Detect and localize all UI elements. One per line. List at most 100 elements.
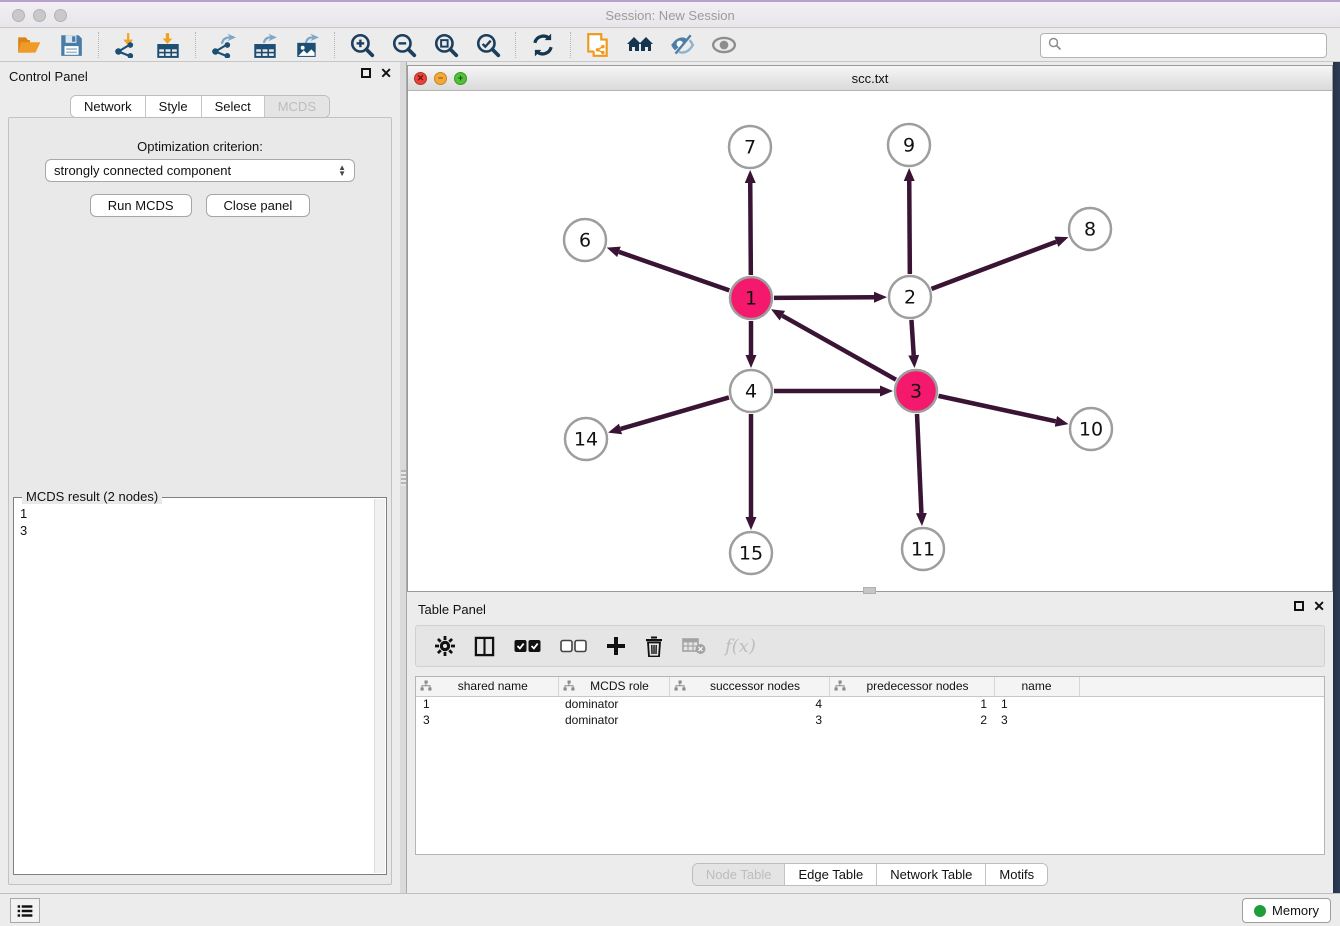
table-cell: 4 bbox=[669, 696, 829, 712]
edge-1-6[interactable] bbox=[619, 252, 729, 291]
node-label-11: 11 bbox=[911, 539, 935, 561]
delete-table-icon bbox=[682, 637, 706, 655]
memory-status-icon bbox=[1254, 905, 1266, 917]
close-panel-button[interactable]: Close panel bbox=[206, 194, 311, 217]
status-bar: Memory bbox=[0, 893, 1340, 926]
table-cell-filler bbox=[1079, 712, 1324, 728]
fit-content-icon[interactable] bbox=[432, 31, 460, 59]
column-header-name[interactable]: name bbox=[994, 677, 1079, 696]
close-panel-icon[interactable]: ✕ bbox=[380, 68, 392, 78]
task-history-button[interactable] bbox=[10, 898, 40, 923]
table-settings-gear-icon[interactable] bbox=[435, 636, 455, 656]
result-line: 1 bbox=[20, 505, 27, 522]
memory-button[interactable]: Memory bbox=[1242, 898, 1331, 923]
import-network-icon[interactable] bbox=[112, 31, 140, 59]
search-field[interactable] bbox=[1040, 33, 1327, 58]
edge-2-3[interactable] bbox=[911, 320, 913, 355]
node-label-9: 9 bbox=[903, 135, 915, 157]
float-table-panel-icon[interactable] bbox=[1294, 601, 1304, 611]
window-titlebar: Session: New Session bbox=[0, 0, 1340, 28]
tab-mcds[interactable]: MCDS bbox=[264, 96, 329, 117]
node-label-3: 3 bbox=[910, 381, 922, 403]
refresh-layout-icon[interactable] bbox=[529, 31, 557, 59]
node-table: shared name MCDS role successor nodes pr… bbox=[415, 676, 1325, 855]
node-label-2: 2 bbox=[904, 287, 916, 309]
run-mcds-button[interactable]: Run MCDS bbox=[90, 194, 192, 217]
mcds-result-list: 1 3 bbox=[20, 505, 27, 539]
delete-column-icon[interactable] bbox=[645, 636, 663, 657]
mcds-panel: Optimization criterion: strongly connect… bbox=[8, 117, 392, 885]
toolbar-separator bbox=[98, 32, 99, 58]
column-type-icon bbox=[674, 680, 686, 692]
node-label-8: 8 bbox=[1084, 219, 1096, 241]
import-table-icon[interactable] bbox=[154, 31, 182, 59]
edge-2-8[interactable] bbox=[932, 242, 1057, 289]
edge-4-14[interactable] bbox=[621, 397, 729, 429]
show-hidden-icon[interactable] bbox=[710, 31, 738, 59]
export-image-icon[interactable] bbox=[293, 31, 321, 59]
export-table-icon[interactable] bbox=[251, 31, 279, 59]
table-cell: dominator bbox=[558, 712, 669, 728]
node-label-10: 10 bbox=[1079, 419, 1103, 441]
table-cell: 2 bbox=[829, 712, 994, 728]
splitter-grip[interactable] bbox=[401, 470, 406, 486]
zoom-in-icon[interactable] bbox=[348, 31, 376, 59]
tab-style[interactable]: Style bbox=[145, 96, 201, 117]
table-cell: 3 bbox=[994, 712, 1079, 728]
edge-1-2[interactable] bbox=[774, 297, 874, 298]
table-cell: 3 bbox=[669, 712, 829, 728]
edge-3-10[interactable] bbox=[938, 396, 1055, 421]
tab-network-table[interactable]: Network Table bbox=[876, 864, 985, 885]
table-row[interactable]: 1dominator411 bbox=[416, 696, 1324, 712]
float-panel-icon[interactable] bbox=[361, 68, 371, 78]
network-resize-grip[interactable] bbox=[863, 587, 876, 594]
show-columns-icon[interactable] bbox=[474, 636, 495, 657]
result-scrollbar[interactable] bbox=[374, 499, 385, 873]
tab-select[interactable]: Select bbox=[201, 96, 264, 117]
add-column-icon[interactable] bbox=[606, 636, 626, 656]
table-header-row: shared name MCDS role successor nodes pr… bbox=[416, 677, 1324, 696]
control-panel-tabs: Network Style Select MCDS bbox=[0, 95, 400, 118]
select-chevrons-icon: ▲▼ bbox=[338, 165, 346, 177]
tab-network[interactable]: Network bbox=[71, 96, 145, 117]
table-row[interactable]: 3dominator323 bbox=[416, 712, 1324, 728]
export-network-icon[interactable] bbox=[209, 31, 237, 59]
network-from-selection-icon[interactable] bbox=[584, 31, 612, 59]
node-label-1: 1 bbox=[745, 288, 757, 310]
edge-1-7[interactable] bbox=[750, 183, 751, 275]
column-header-shared-name[interactable]: shared name bbox=[416, 677, 558, 696]
save-session-icon[interactable] bbox=[57, 31, 85, 59]
edge-2-9[interactable] bbox=[909, 181, 910, 274]
column-header-predecessor-nodes[interactable]: predecessor nodes bbox=[829, 677, 994, 696]
table-cell: 1 bbox=[829, 696, 994, 712]
tab-edge-table[interactable]: Edge Table bbox=[784, 864, 876, 885]
close-table-panel-icon[interactable]: ✕ bbox=[1313, 601, 1325, 611]
criterion-value: strongly connected component bbox=[54, 163, 338, 178]
column-header-successor-nodes[interactable]: successor nodes bbox=[669, 677, 829, 696]
desktop-edge bbox=[1333, 62, 1340, 893]
edge-3-1[interactable] bbox=[782, 316, 896, 380]
search-icon bbox=[1048, 37, 1062, 54]
tab-node-table[interactable]: Node Table bbox=[693, 864, 785, 885]
optimization-criterion-label: Optimization criterion: bbox=[9, 139, 391, 154]
control-panel: Control Panel ✕ Network Style Select MCD… bbox=[0, 62, 400, 893]
first-neighbors-icon[interactable] bbox=[626, 31, 654, 59]
zoom-selected-icon[interactable] bbox=[474, 31, 502, 59]
unselect-all-icon[interactable] bbox=[560, 639, 587, 653]
network-title: scc.txt bbox=[408, 71, 1332, 86]
zoom-out-icon[interactable] bbox=[390, 31, 418, 59]
edge-3-11[interactable] bbox=[917, 414, 921, 513]
panel-splitter[interactable] bbox=[400, 62, 407, 893]
table-toolbar: f(x) bbox=[415, 625, 1325, 667]
network-canvas[interactable]: 1234678910111415 bbox=[408, 91, 1332, 591]
node-label-7: 7 bbox=[744, 137, 756, 159]
search-input[interactable] bbox=[1067, 38, 1319, 53]
hide-selection-icon[interactable] bbox=[668, 31, 696, 59]
tab-motifs[interactable]: Motifs bbox=[985, 864, 1047, 885]
table-cell: dominator bbox=[558, 696, 669, 712]
column-header-mcds-role[interactable]: MCDS role bbox=[558, 677, 669, 696]
optimization-criterion-select[interactable]: strongly connected component ▲▼ bbox=[45, 159, 355, 182]
open-session-icon[interactable] bbox=[15, 31, 43, 59]
select-all-icon[interactable] bbox=[514, 639, 541, 653]
toolbar-separator bbox=[195, 32, 196, 58]
